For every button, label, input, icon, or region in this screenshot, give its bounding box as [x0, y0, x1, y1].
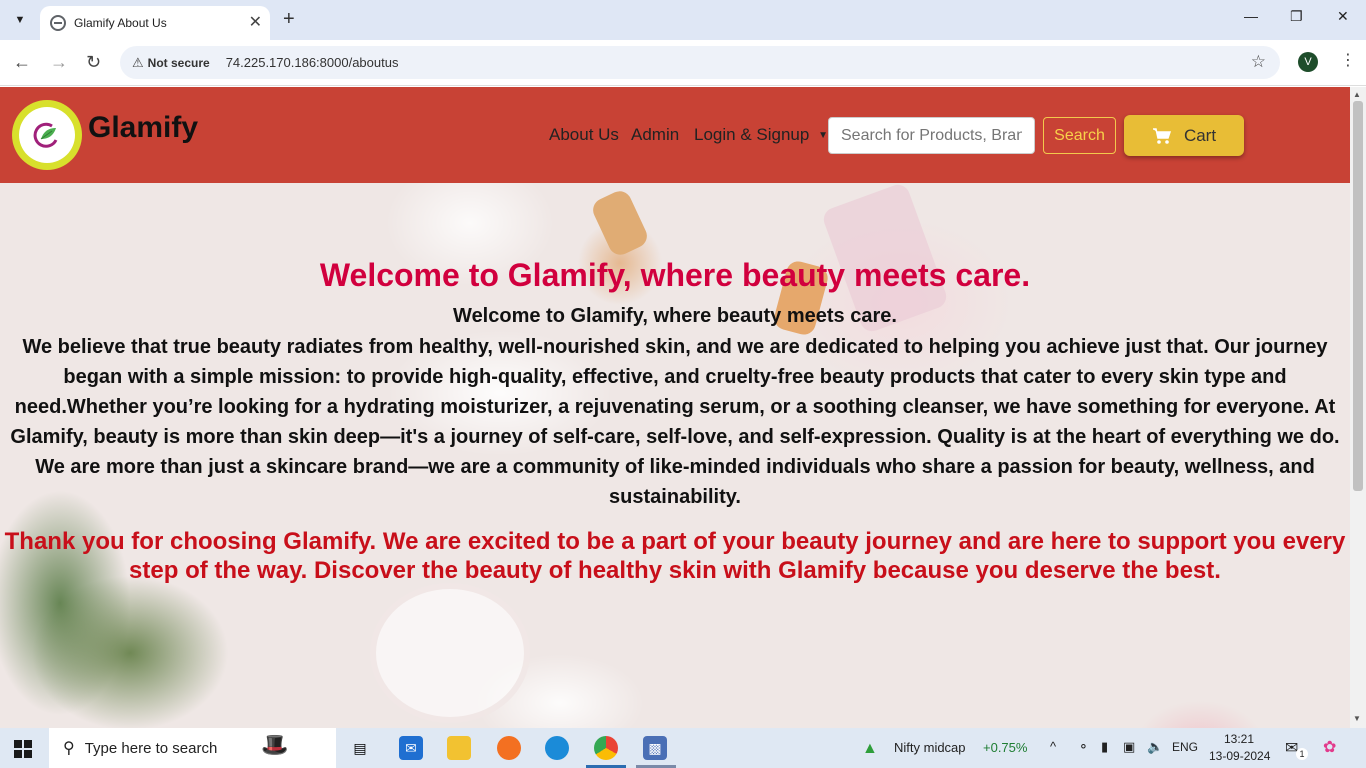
windows-taskbar: ⚲ Type here to search 🎩 ▤ ✉ ▩ ▲ Nifty mi… [0, 728, 1366, 768]
reload-button[interactable]: ↻ [86, 52, 101, 73]
about-body-text: We believe that true beauty radiates fro… [10, 336, 1340, 508]
tab-search-menu-button[interactable]: ▼ [8, 8, 32, 32]
taskbar-search-placeholder: Type here to search [84, 739, 218, 757]
site-logo[interactable] [12, 100, 82, 170]
remote-desktop-icon[interactable]: ▩ [643, 736, 667, 760]
search-button[interactable]: Search [1043, 117, 1116, 154]
address-bar[interactable]: ⚠ Not secure 74.225.170.186:8000/aboutus… [120, 46, 1280, 79]
taskbar-search-box[interactable]: ⚲ Type here to search 🎩 [49, 728, 336, 768]
file-explorer-icon[interactable] [447, 736, 471, 760]
scroll-down-arrow-icon[interactable]: ▼ [1353, 714, 1361, 723]
firefox-icon[interactable] [497, 736, 521, 760]
show-hidden-icons-chevron-icon[interactable]: ^ [1050, 739, 1056, 754]
nav-login-signup-dropdown[interactable]: Login & Signup ▼ [694, 125, 828, 145]
decorative-bottle-cap [589, 187, 651, 259]
browser-tab[interactable]: Glamify About Us ✕ [40, 6, 270, 40]
cart-label: Cart [1183, 125, 1217, 145]
about-subheading: Welcome to Glamify, where beauty meets c… [453, 305, 897, 327]
scroll-up-arrow-icon[interactable]: ▲ [1353, 90, 1361, 99]
shopping-cart-icon [1152, 127, 1171, 144]
close-tab-icon[interactable]: ✕ [249, 12, 262, 32]
nav-about-us[interactable]: About Us [549, 125, 619, 145]
caret-down-icon: ▼ [818, 130, 828, 142]
back-button[interactable]: ← [13, 52, 31, 73]
bookmark-star-icon[interactable]: ☆ [1251, 52, 1266, 72]
about-heading: Welcome to Glamify, where beauty meets c… [319, 257, 1031, 293]
ticker-change[interactable]: +0.75% [983, 740, 1027, 755]
close-window-button[interactable]: ✕ [1337, 8, 1349, 25]
cart-button[interactable]: Cart [1124, 115, 1244, 156]
forward-button[interactable]: → [50, 52, 68, 73]
minimize-button[interactable]: — [1244, 8, 1258, 24]
language-indicator[interactable]: ENG [1172, 740, 1198, 754]
tab-title: Glamify About Us [74, 16, 167, 30]
network-icon[interactable]: ⚬ [1078, 739, 1089, 755]
globe-icon [50, 15, 66, 31]
windows-start-icon[interactable] [14, 740, 32, 758]
browser-menu-icon[interactable]: ⋮ [1340, 50, 1356, 70]
ticker-name[interactable]: Nifty midcap [894, 740, 966, 755]
notification-count-badge: 1 [1296, 748, 1308, 760]
mail-icon[interactable]: ✉ [399, 736, 423, 760]
security-label[interactable]: Not secure [148, 56, 210, 70]
clock-date[interactable]: 13-09-2024 [1209, 749, 1270, 763]
display-icon[interactable]: ▣ [1123, 739, 1135, 755]
search-icon: ⚲ [63, 740, 75, 757]
browser-toolbar: ← → ↻ ⚠ Not secure 74.225.170.186:8000/a… [0, 40, 1366, 86]
url-text[interactable]: 74.225.170.186:8000/aboutus [226, 55, 399, 70]
nav-login-label: Login & Signup [694, 125, 810, 144]
edge-icon[interactable] [545, 736, 569, 760]
product-search-input[interactable] [828, 117, 1035, 154]
task-view-icon[interactable]: ▤ [348, 736, 372, 760]
scrollbar-thumb[interactable] [1353, 101, 1363, 491]
search-highlight-icon: 🎩 [261, 732, 289, 757]
thank-you-text: Thank you for choosing Glamify. We are e… [4, 528, 1346, 584]
restore-button[interactable]: ❐ [1290, 8, 1303, 25]
page-scrollbar[interactable]: ▲ ▼ [1350, 87, 1366, 728]
warning-icon[interactable]: ⚠ [132, 55, 144, 71]
profile-avatar[interactable]: V [1298, 52, 1318, 72]
new-tab-button[interactable]: + [283, 8, 295, 31]
clock-time[interactable]: 13:21 [1224, 732, 1254, 746]
chrome-icon[interactable] [594, 736, 618, 760]
stock-chart-icon: ▲ [862, 740, 878, 757]
page-viewport: Glamify About Us Admin Login & Signup ▼ … [0, 87, 1350, 728]
brand-name[interactable]: Glamify [88, 111, 198, 145]
leaf-logo-icon [19, 107, 75, 163]
browser-tab-bar: ▼ Glamify About Us ✕ + — ❐ ✕ [0, 0, 1366, 40]
site-header: Glamify About Us Admin Login & Signup ▼ … [0, 87, 1350, 183]
battery-icon[interactable]: ▮ [1101, 739, 1108, 755]
nav-admin[interactable]: Admin [631, 125, 679, 145]
volume-icon[interactable]: 🔈 [1147, 739, 1163, 755]
decorative-bowl [370, 583, 530, 723]
weather-widget-icon[interactable]: ✿ [1323, 737, 1336, 757]
